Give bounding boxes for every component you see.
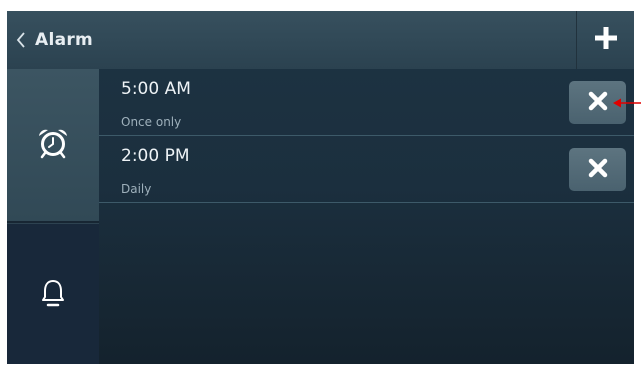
alarm-row[interactable]: 2:00 PM Daily: [99, 136, 634, 203]
back-button[interactable]: Alarm: [7, 11, 111, 69]
alarm-screen: Alarm 5:00 AM Once only 2:00 PM Daily: [7, 11, 634, 364]
bell-icon: [41, 278, 65, 312]
alarm-row[interactable]: 5:00 AM Once only: [99, 69, 634, 136]
plus-icon: [594, 26, 618, 54]
page-title: Alarm: [35, 30, 94, 50]
add-alarm-button[interactable]: [576, 11, 634, 69]
alarm-repeat: Daily: [121, 182, 152, 196]
annotation-arrow-icon: [613, 94, 641, 108]
alarm-repeat: Once only: [121, 115, 182, 129]
sidebar-item-alarm[interactable]: [7, 69, 99, 221]
delete-alarm-button[interactable]: [569, 148, 626, 191]
chevron-left-icon: [7, 11, 35, 69]
sidebar-item-notifications[interactable]: [7, 223, 99, 364]
sidebar: [7, 69, 99, 364]
close-icon: [587, 157, 609, 183]
alarm-clock-icon: [36, 127, 70, 163]
alarm-time: 5:00 AM: [121, 79, 191, 99]
top-bar: Alarm: [7, 11, 634, 69]
alarm-time: 2:00 PM: [121, 146, 190, 166]
close-icon: [587, 90, 609, 116]
alarm-list: 5:00 AM Once only 2:00 PM Daily: [99, 69, 634, 203]
